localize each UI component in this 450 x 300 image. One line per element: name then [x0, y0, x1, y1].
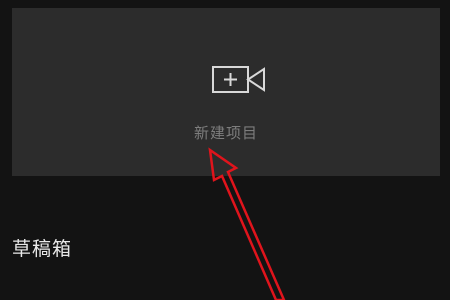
- new-project-label: 新建项目: [193, 124, 258, 142]
- video-editor-home: 新建项目 草稿箱: [0, 0, 450, 300]
- drafts-section-title: 草稿箱: [12, 238, 73, 260]
- new-project-button[interactable]: 新建项目: [12, 8, 440, 176]
- video-camera-plus-icon: [212, 66, 265, 93]
